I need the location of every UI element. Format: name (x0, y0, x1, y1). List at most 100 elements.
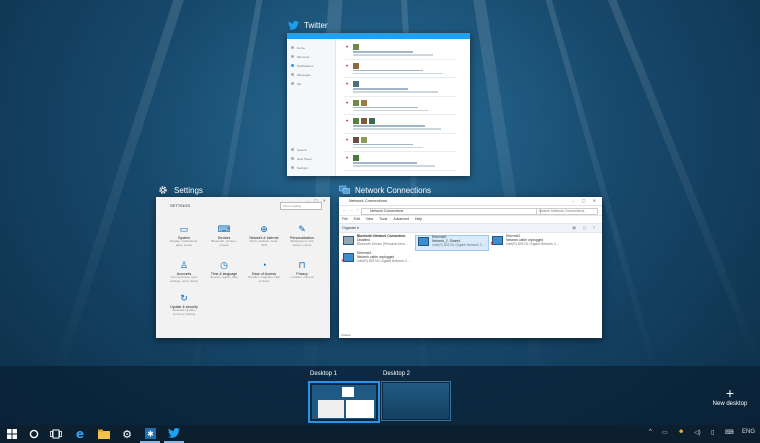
nav-arrows-icon[interactable]: ← → ↑ (342, 207, 359, 212)
start-button[interactable] (2, 425, 22, 443)
twitter-nav-search[interactable]: Search (287, 145, 312, 154)
heart-icon: ♥ (346, 118, 349, 123)
settings-search-input[interactable]: Find a setting (280, 202, 322, 210)
menu-edit[interactable]: Edit (354, 216, 360, 223)
plus-icon: + (725, 385, 735, 401)
settings-tile-privacy[interactable]: ⊓ Privacy Location, camera (286, 260, 318, 280)
list-item[interactable]: ♥ (343, 115, 457, 134)
settings-tile-time-language[interactable]: ◷ Time & language Speech, region, date (208, 260, 240, 280)
devices-icon: ⌨ (217, 224, 231, 234)
settings-tile-network[interactable]: ⊕ Network & Internet Wi-Fi, airplane mod… (248, 224, 280, 247)
address-input[interactable]: Network Connections (361, 208, 541, 215)
list-item[interactable]: ♥ (343, 41, 457, 60)
cortana-button[interactable] (24, 425, 44, 443)
organize-button[interactable]: Organize ▾ (342, 226, 359, 230)
taskbar: e ⚙ ✱ ^ ▭ ☻ ◁) ▯ ⌨ ENG (0, 425, 760, 443)
window-controls: – ▢ ✕ (572, 198, 599, 203)
adapter-ethernet0[interactable]: Ethernet0 Network_2, Shared Intel(R) 825… (415, 235, 489, 251)
twitter-window-thumbnail[interactable]: Home Moments Notifications Messages Me S… (287, 33, 470, 176)
twitter-title-text: Twitter (304, 20, 328, 30)
adapter-ethernet1[interactable]: ✕ Ethernet1 Network cable unplugged Inte… (490, 234, 562, 249)
settings-tile-personalization[interactable]: ✎ Personalization Background, lock scree… (286, 224, 318, 247)
menu-file[interactable]: File (342, 216, 348, 223)
file-explorer-button[interactable] (94, 425, 114, 443)
settings-heading: SETTINGS (170, 203, 191, 208)
desktop-1-thumbnail[interactable] (308, 381, 380, 423)
accounts-icon: ♙ (179, 260, 189, 270)
menu-tools[interactable]: Tools (379, 216, 387, 223)
view-options-icon[interactable]: ▤ ▢ ? (572, 224, 598, 232)
moments-icon (291, 55, 294, 58)
desktop-2-thumbnail[interactable] (381, 381, 451, 421)
twitter-window-title[interactable]: Twitter (287, 19, 328, 31)
twitter-notification-feed: ♥ ♥ ♥ ♥ ♥ ♥ ♥ (343, 41, 457, 171)
compose-icon (291, 157, 294, 160)
avatar (361, 118, 367, 124)
settings-tile-ease-of-access[interactable]: ◔ Ease of Access Narrator, magnifier, hi… (248, 260, 280, 283)
twitter-nav-new-tweet[interactable]: New Tweet (287, 154, 312, 163)
keyboard-icon[interactable]: ⌨ (725, 429, 734, 436)
address-bar: ← → ↑ Network Connections Search Network… (339, 206, 602, 216)
heart-icon: ♥ (346, 155, 349, 160)
menu-help[interactable]: Help (415, 216, 422, 223)
list-item[interactable]: ♥ (343, 152, 457, 171)
twitter-nav-me[interactable]: Me (287, 79, 335, 88)
settings-taskbar-button[interactable]: ⚙ (117, 425, 137, 443)
speaker-output-icon[interactable]: ▯ (711, 429, 714, 436)
avatar (369, 118, 375, 124)
svg-text:✱: ✱ (147, 429, 154, 438)
network-taskbar-button[interactable]: ✱ (140, 425, 160, 443)
network-connections-icon (338, 184, 350, 196)
avatar (353, 81, 359, 87)
home-icon (291, 46, 294, 49)
menu-view[interactable]: View (366, 216, 374, 223)
avatar (353, 99, 359, 106)
edge-button[interactable]: e (70, 425, 90, 443)
settings-window-title[interactable]: Settings (157, 184, 203, 196)
list-item[interactable]: ♥ (343, 97, 457, 115)
twitter-nav-settings[interactable]: Settings (287, 163, 312, 172)
heart-icon: ♥ (346, 136, 349, 142)
task-view-icon (50, 429, 62, 439)
file-explorer-icon (98, 429, 110, 439)
ethernet-unplugged-icon: ✕ (490, 235, 504, 247)
lock-icon: ⊓ (298, 260, 306, 270)
avatar (361, 99, 367, 106)
gear-icon (291, 166, 294, 169)
list-item[interactable]: ♥ (343, 60, 457, 78)
twitter-taskbar-button[interactable] (164, 425, 184, 443)
list-item[interactable]: ♥ (343, 78, 457, 97)
emoji-app-icon[interactable]: ☻ (678, 429, 684, 435)
settings-window-thumbnail[interactable]: – ▢ ✕ SETTINGS Find a setting ▭ System D… (156, 197, 330, 338)
twitter-nav-messages[interactable]: Messages (287, 70, 335, 79)
twitter-nav-home[interactable]: Home (287, 43, 335, 52)
network-icon: ⊕ (260, 224, 268, 234)
settings-tile-devices[interactable]: ⌨ Devices Bluetooth, printers, mouse (208, 224, 240, 247)
avatar (353, 118, 359, 124)
twitter-sidebar: Home Moments Notifications Messages Me S… (287, 39, 336, 176)
list-item[interactable]: ♥ (343, 134, 457, 152)
adapter-bluetooth[interactable]: Bluetooth Network Connection Disabled Bl… (341, 234, 413, 249)
update-icon: ↻ (180, 293, 188, 303)
avatar (361, 136, 367, 143)
menu-advanced[interactable]: Advanced (393, 216, 409, 223)
ethernet-unplugged-icon: ✕ (341, 252, 355, 264)
twitter-nav-notifications[interactable]: Notifications (287, 61, 335, 70)
settings-tile-accounts[interactable]: ♙ Accounts Your accounts, sync settings,… (168, 260, 200, 283)
settings-tile-update-security[interactable]: ↻ Update & security Windows Update, reco… (168, 293, 200, 316)
twitter-icon (287, 19, 299, 31)
show-hidden-icons-icon[interactable]: ^ (649, 429, 652, 435)
network-window-title[interactable]: Network Connections (338, 184, 431, 196)
search-input[interactable]: Search Network Connections (536, 208, 598, 215)
language-indicator[interactable]: ENG (742, 429, 755, 435)
settings-tile-system[interactable]: ▭ System Display, notifications, apps, p… (168, 224, 200, 247)
adapter-ethernet2[interactable]: ✕ Ethernet2 Network cable unplugged Inte… (341, 251, 413, 266)
adapter-list: Bluetooth Network Connection Disabled Bl… (339, 233, 602, 323)
volume-icon[interactable]: ◁) (694, 429, 701, 436)
twitter-nav-moments[interactable]: Moments (287, 52, 335, 61)
task-view-button[interactable] (46, 425, 66, 443)
new-desktop-button[interactable]: + New desktop (708, 386, 752, 407)
battery-icon[interactable]: ▭ (662, 429, 668, 436)
network-title-text: Network Connections (355, 185, 432, 195)
network-window-thumbnail[interactable]: Network Connections – ▢ ✕ ← → ↑ Network … (339, 197, 602, 338)
